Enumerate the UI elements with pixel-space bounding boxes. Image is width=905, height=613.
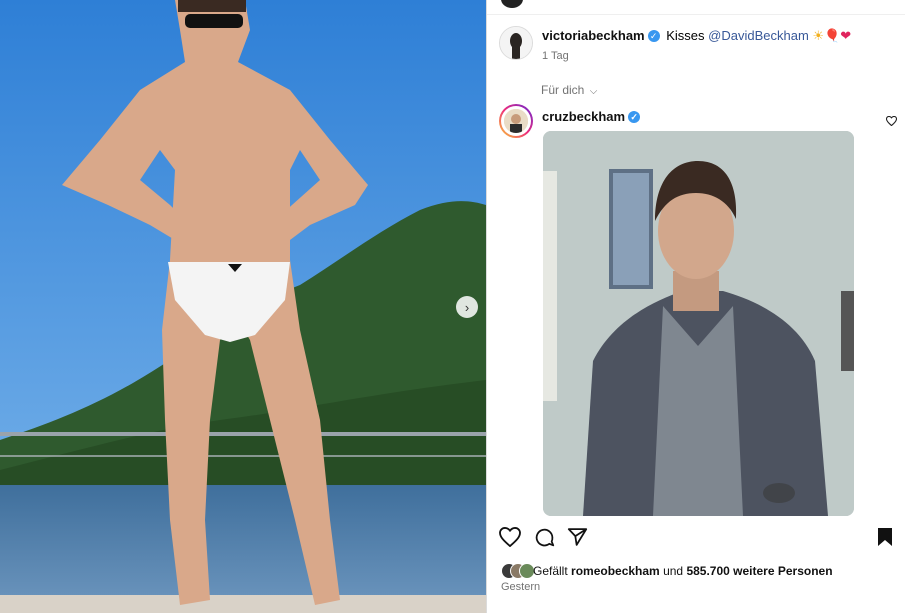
balloon-emoji-icon: 🎈 — [824, 28, 841, 43]
post-photo: › — [0, 0, 486, 613]
comment-timestamp: 1 Tag — [542, 50, 569, 62]
chevron-right-icon[interactable]: › — [456, 296, 478, 318]
photo-scene — [0, 0, 486, 613]
avatar-image — [500, 27, 532, 59]
likes-count-link[interactable]: 585.700 weitere Personen — [686, 564, 832, 578]
comment-text: victoriabeckham ✓ Kisses @DavidBeckham ☀🎈… — [542, 28, 851, 44]
avatar-picture — [504, 109, 528, 133]
liker-avatars[interactable] — [501, 563, 535, 579]
bookmark-shape — [878, 528, 892, 546]
gif-frame — [543, 131, 854, 516]
likes-summary: Gefällt romeobeckham und 585.700 weitere… — [501, 562, 901, 580]
send-icon[interactable] — [567, 527, 588, 552]
avatar[interactable] — [501, 0, 523, 8]
avatar-image — [504, 109, 528, 133]
heart-icon[interactable] — [885, 113, 898, 129]
post-sidebar: victoriabeckham ✓ Kisses @DavidBeckham ☀🎈… — [487, 0, 905, 613]
for-you-label: Für dich — [541, 83, 585, 97]
likes-text: Gefällt romeobeckham und 585.700 weitere… — [533, 564, 833, 578]
liked-by-username[interactable]: romeobeckham — [571, 564, 660, 578]
post-username-text: cruzbeckham — [542, 109, 626, 124]
comment-row: victoriabeckham ✓ Kisses @DavidBeckham ☀🎈… — [499, 24, 899, 68]
for-you-dropdown[interactable]: Für dich ⌵ — [541, 83, 597, 97]
comment-body: Kisses — [666, 28, 705, 43]
post-username[interactable]: cruzbeckham ✓ — [542, 109, 643, 124]
heart-emoji-icon: ❤ — [840, 28, 852, 43]
post-date: Gestern — [501, 581, 541, 593]
sun-emoji-icon: ☀ — [812, 28, 825, 43]
heart-outline — [885, 115, 898, 127]
commenter-avatar[interactable] — [499, 26, 533, 60]
heart-icon[interactable] — [499, 526, 521, 552]
verified-badge-icon: ✓ — [647, 29, 660, 42]
mention-link[interactable]: @DavidBeckham — [708, 28, 809, 43]
bookmark-icon[interactable] — [877, 527, 893, 552]
like-heart — [499, 526, 521, 548]
send-plane — [567, 528, 588, 546]
verified-badge-icon: ✓ — [628, 110, 641, 123]
comment-bubble — [535, 528, 555, 547]
poster-avatar[interactable] — [499, 104, 533, 138]
likes-and: und — [663, 564, 684, 578]
post-actions — [499, 526, 899, 553]
commenter-username[interactable]: victoriabeckham — [542, 28, 645, 43]
chevron-down-icon: ⌵ — [589, 86, 598, 97]
likes-prefix: Gefällt — [533, 564, 568, 578]
comment-icon[interactable] — [534, 527, 555, 553]
previous-comment-fragment — [487, 0, 905, 15]
post-media[interactable] — [543, 131, 854, 516]
